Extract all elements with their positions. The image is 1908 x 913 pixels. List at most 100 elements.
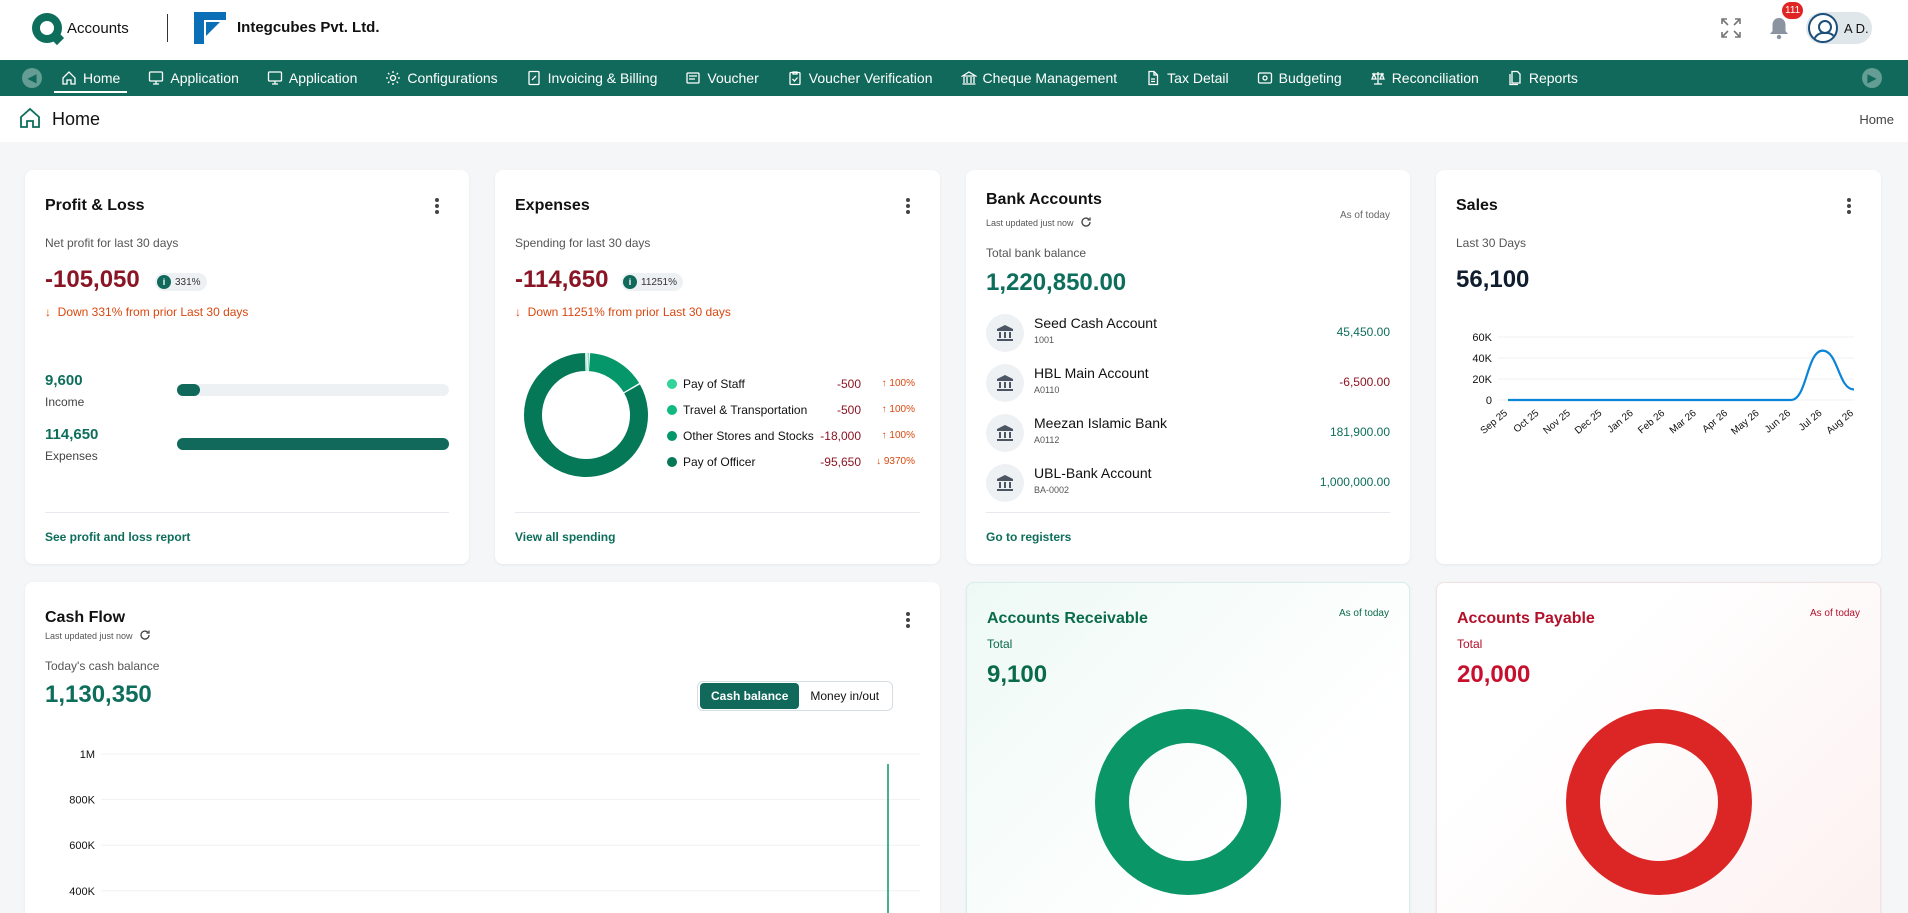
- profit-loss-report-link[interactable]: See profit and loss report: [45, 530, 190, 544]
- bell-icon[interactable]: [1768, 16, 1790, 40]
- nav-item-tax-detail[interactable]: Tax Detail: [1138, 60, 1235, 96]
- more-options-icon[interactable]: [906, 198, 910, 214]
- change-text: ↓ Down 331% from prior Last 30 days: [45, 305, 249, 319]
- legend-change: ↑ 100%: [881, 430, 915, 441]
- legend-dot: [667, 405, 677, 415]
- nav-item-cheque-management[interactable]: Cheque Management: [954, 60, 1125, 96]
- income-bar: [177, 384, 449, 396]
- payable-donut-chart: [1566, 709, 1752, 895]
- user-menu[interactable]: A D.: [1806, 12, 1872, 44]
- scales-icon: [1370, 72, 1385, 85]
- expenses-donut-chart: [524, 353, 648, 477]
- bank-code: A0112: [1034, 435, 1060, 445]
- y-tick-label: 20K: [1472, 374, 1492, 386]
- receivable-ring: [1095, 709, 1281, 895]
- expenses-label: Expenses: [45, 449, 98, 463]
- card-title: Accounts Payable: [1457, 610, 1595, 627]
- change-description: Down 331% from prior Last 30 days: [57, 305, 249, 319]
- card-divider: [986, 512, 1390, 513]
- refresh-icon[interactable]: [1080, 216, 1092, 228]
- legend-change: ↓ 9370%: [876, 456, 915, 467]
- nav-scroll-right-icon[interactable]: ▶: [1862, 68, 1882, 88]
- nav-item-configurations[interactable]: Configurations: [378, 60, 504, 96]
- bank-code: A0110: [1034, 385, 1060, 395]
- nav-scroll-left-icon[interactable]: ◀: [22, 68, 42, 88]
- change-percent: 331%: [175, 276, 201, 288]
- app-name: Accounts: [67, 20, 129, 37]
- view-all-spending-link[interactable]: View all spending: [515, 530, 615, 544]
- sales-value: 56,100: [1456, 266, 1530, 293]
- cash-balance-tab[interactable]: Cash balance: [700, 683, 800, 709]
- document-icon: [1148, 70, 1159, 86]
- nav-item-application[interactable]: Application: [141, 60, 246, 96]
- bank-code: 1001: [1034, 335, 1055, 345]
- receivable-donut-chart: [1095, 709, 1281, 895]
- clipboard-check-icon: [789, 71, 801, 86]
- bank-account-row[interactable]: Seed Cash Account 1001 45,450.00: [986, 310, 1390, 356]
- nav-item-invoicing-billing[interactable]: Invoicing & Billing: [519, 60, 665, 96]
- nav-item-label: Reports: [1528, 70, 1578, 86]
- legend-label: Travel & Transportation: [683, 403, 808, 417]
- bank-amount: 1,000,000.00: [1319, 475, 1390, 489]
- x-tick-label: Dec 25: [1573, 408, 1605, 437]
- go-to-registers-link[interactable]: Go to registers: [986, 530, 1071, 544]
- money-in-out-tab[interactable]: Money in/out: [799, 683, 890, 709]
- bank-amount: 181,900.00: [1329, 425, 1390, 439]
- nav-item-voucher-verification[interactable]: Voucher Verification: [780, 60, 940, 96]
- more-options-icon[interactable]: [906, 612, 910, 628]
- nav-item-application[interactable]: Application: [260, 60, 365, 96]
- nav-item-home[interactable]: Home: [54, 60, 128, 96]
- total-balance-label: Total bank balance: [986, 246, 1087, 260]
- main-nav: ◀ Home Application Application Configuratio…: [0, 60, 1908, 96]
- monitor-icon: [267, 71, 283, 85]
- card-subtitle: Net profit for last 30 days: [45, 236, 179, 250]
- bank-account-row[interactable]: HBL Main Account A0110 -6,500.00: [986, 360, 1390, 406]
- last-updated: Last updated just now: [986, 216, 1092, 228]
- reports-icon: [1509, 70, 1521, 86]
- more-options-icon[interactable]: [435, 198, 439, 214]
- nav-item-budgeting[interactable]: Budgeting: [1250, 60, 1349, 96]
- bank-icon: [986, 364, 1024, 402]
- change-badge: i 11251%: [621, 273, 683, 291]
- expenses-card: Expenses Spending for last 30 days -114,…: [495, 170, 940, 564]
- header-divider: [167, 14, 168, 42]
- payable-ring: [1566, 709, 1752, 895]
- legend-change-percent: 100%: [889, 378, 915, 389]
- card-title: Sales: [1456, 197, 1498, 214]
- nav-item-label: Tax Detail: [1167, 70, 1229, 86]
- accounts-logo-icon: [32, 13, 62, 43]
- cash-view-toggle: Cash balance Money in/out: [697, 681, 894, 711]
- refresh-icon[interactable]: [139, 629, 151, 641]
- nav-item-label: Voucher Verification: [808, 70, 933, 86]
- y-tick-label: 60K: [1472, 332, 1492, 344]
- avatar-icon: [1808, 13, 1838, 43]
- breadcrumb[interactable]: Home: [1859, 112, 1894, 127]
- legend-change: ↑ 100%: [881, 378, 915, 389]
- more-options-icon[interactable]: [1847, 198, 1851, 214]
- card-title: Profit & Loss: [45, 197, 145, 214]
- bank-account-row[interactable]: UBL-Bank Account BA-0002 1,000,000.00: [986, 460, 1390, 506]
- last-updated-text: Last updated just now: [986, 218, 1074, 228]
- legend-value: -500: [836, 377, 861, 391]
- nav-item-reconciliation[interactable]: Reconciliation: [1363, 60, 1486, 96]
- nav-item-voucher[interactable]: Voucher: [678, 60, 765, 96]
- x-tick-label: Jun 26: [1763, 408, 1793, 436]
- nav-item-reports[interactable]: Reports: [1500, 60, 1585, 96]
- top-bar: Accounts Integcubes Pvt. Ltd. 111 A D.: [0, 0, 1908, 60]
- card-title: Accounts Receivable: [987, 610, 1148, 627]
- legend-change-percent: 100%: [889, 430, 915, 441]
- fullscreen-icon[interactable]: [1720, 17, 1742, 39]
- legend-value: -18,000: [820, 429, 861, 443]
- y-tick-label: 0: [1486, 395, 1492, 407]
- company-logo-icon: [194, 12, 226, 44]
- card-title: Cash Flow: [45, 609, 126, 626]
- as-of-label: As of today: [1338, 608, 1389, 619]
- bank-name: Seed Cash Account: [1034, 315, 1157, 331]
- expenses-bar-fill: [177, 438, 449, 450]
- bank-account-row[interactable]: Meezan Islamic Bank A0112 181,900.00: [986, 410, 1390, 456]
- cash-balance-label: Today's cash balance: [45, 659, 160, 673]
- nav-item-label: Budgeting: [1278, 70, 1342, 86]
- donut-slice: [588, 353, 640, 393]
- expenses-bar: [177, 438, 449, 450]
- y-tick-label: 1M: [80, 749, 95, 761]
